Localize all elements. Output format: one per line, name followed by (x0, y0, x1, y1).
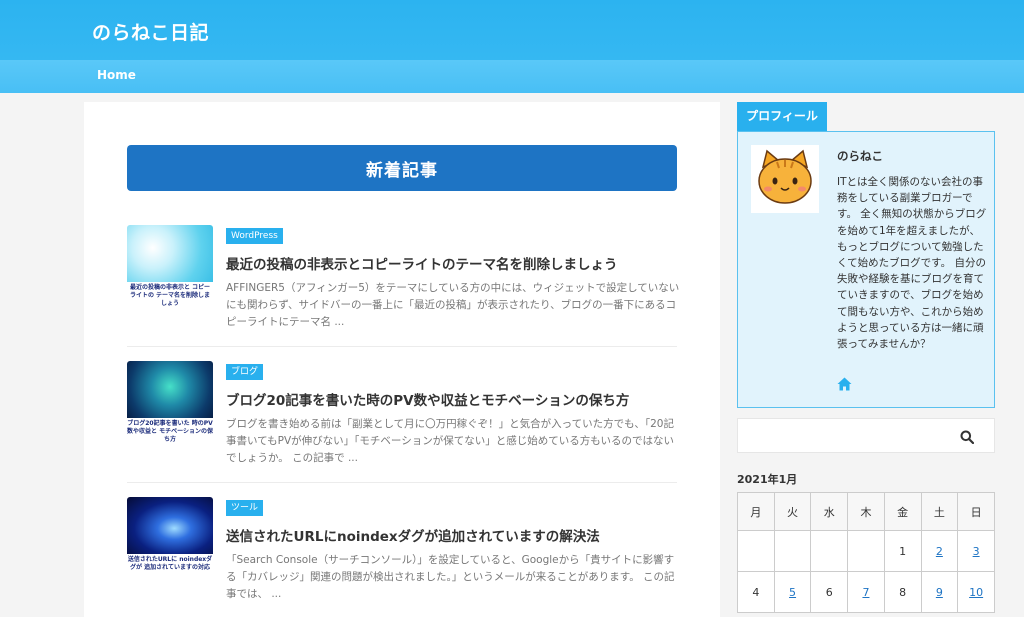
post-thumbnail[interactable]: ブログ20記事を書いた 時のPV数や収益と モチベーションの保ち方 (127, 361, 213, 447)
post-item[interactable]: 最近の投稿の非表示と コピーライトの テーマ名を削除しましょう WordPres… (127, 225, 679, 347)
nav-bar: Home (0, 60, 1024, 93)
site-title[interactable]: のらねこ日記 (92, 18, 209, 45)
post-title[interactable]: ブログ20記事を書いた時のPV数や収益とモチベーションの保ち方 (226, 389, 686, 409)
calendar-day: 8 (883, 571, 922, 613)
search-icon[interactable] (960, 429, 975, 445)
post-item[interactable]: 送信されたURLに noindexダグが 追加されていますの対応 ツール 送信さ… (127, 497, 677, 617)
calendar-weekday: 月 (737, 492, 775, 531)
calendar-day (773, 530, 812, 572)
profile-text: ITとは全く関係のない会社の事務をしている副業ブロガーです。 全く無知の状態から… (837, 176, 987, 351)
calendar-day: 6 (810, 571, 849, 613)
calendar-day-link[interactable]: 10 (957, 571, 995, 613)
category-badge[interactable]: ツール (226, 500, 264, 516)
site-header: のらねこ日記 (0, 0, 1024, 60)
calendar-day-link[interactable]: 9 (920, 571, 959, 613)
calendar-day (810, 530, 849, 572)
calendar-weekday: 火 (773, 492, 812, 531)
calendar-day-link[interactable]: 2 (920, 530, 959, 572)
post-title[interactable]: 最近の投稿の非表示とコピーライトのテーマ名を削除しましょう (226, 253, 686, 273)
calendar-day-link[interactable]: 3 (957, 530, 995, 572)
calendar-day-link[interactable]: 7 (847, 571, 885, 613)
calendar-weekday: 土 (920, 492, 959, 531)
calendar-day (847, 530, 885, 572)
section-heading: 新着記事 (127, 145, 677, 191)
post-title[interactable]: 送信されたURLにnoindexダグが追加されていますの解決法 (226, 525, 686, 545)
calendar-weekday: 木 (847, 492, 885, 531)
main-content: 新着記事 最近の投稿の非表示と コピーライトの テーマ名を削除しましょう Wor… (84, 102, 720, 617)
category-badge[interactable]: WordPress (226, 228, 283, 244)
calendar-weekday: 日 (957, 492, 995, 531)
search-input[interactable] (737, 418, 995, 453)
post-thumbnail[interactable]: 送信されたURLに noindexダグが 追加されていますの対応 (127, 497, 213, 583)
calendar-weekday: 金 (883, 492, 922, 531)
category-badge[interactable]: ブログ (226, 364, 264, 380)
calendar-day (737, 530, 775, 572)
cat-face-icon (751, 145, 819, 213)
post-excerpt: AFFINGER5（アフィンガー5）をテーマにしている方の中には、ウィジェットで… (226, 282, 680, 328)
profile-tab: プロフィール (737, 102, 827, 131)
thumbnail-caption: 最近の投稿の非表示と コピーライトの テーマ名を削除しましょう (127, 282, 213, 311)
thumbnail-caption: 送信されたURLに noindexダグが 追加されていますの対応 (127, 554, 213, 583)
calendar-caption: 2021年1月 (737, 473, 798, 486)
calendar-day-link[interactable]: 5 (773, 571, 812, 613)
home-icon[interactable] (837, 376, 852, 391)
calendar-day: 4 (737, 571, 775, 613)
post-item[interactable]: ブログ20記事を書いた 時のPV数や収益と モチベーションの保ち方 ブログ ブロ… (127, 361, 677, 483)
nav-home-link[interactable]: Home (97, 68, 136, 82)
post-excerpt: 「Search Console（サーチコンソール）」を設定していると、Googl… (226, 554, 675, 600)
profile-box: のらねこ ITとは全く関係のない会社の事務をしている副業ブロガーです。 全く無知… (737, 131, 995, 408)
profile-name: のらねこ (837, 149, 883, 163)
thumbnail-caption: ブログ20記事を書いた 時のPV数や収益と モチベーションの保ち方 (127, 418, 213, 447)
post-thumbnail[interactable]: 最近の投稿の非表示と コピーライトの テーマ名を削除しましょう (127, 225, 213, 311)
calendar-weekday: 水 (810, 492, 849, 531)
calendar: 月 火 水 木 金 土 日 1 2 3 4 5 6 7 8 9 10 (737, 492, 995, 613)
calendar-day: 1 (883, 530, 922, 572)
post-excerpt: ブログを書き始める前は「副業として月に〇万円稼ぐぞ！」と気合が入っていた方でも、… (226, 418, 675, 464)
